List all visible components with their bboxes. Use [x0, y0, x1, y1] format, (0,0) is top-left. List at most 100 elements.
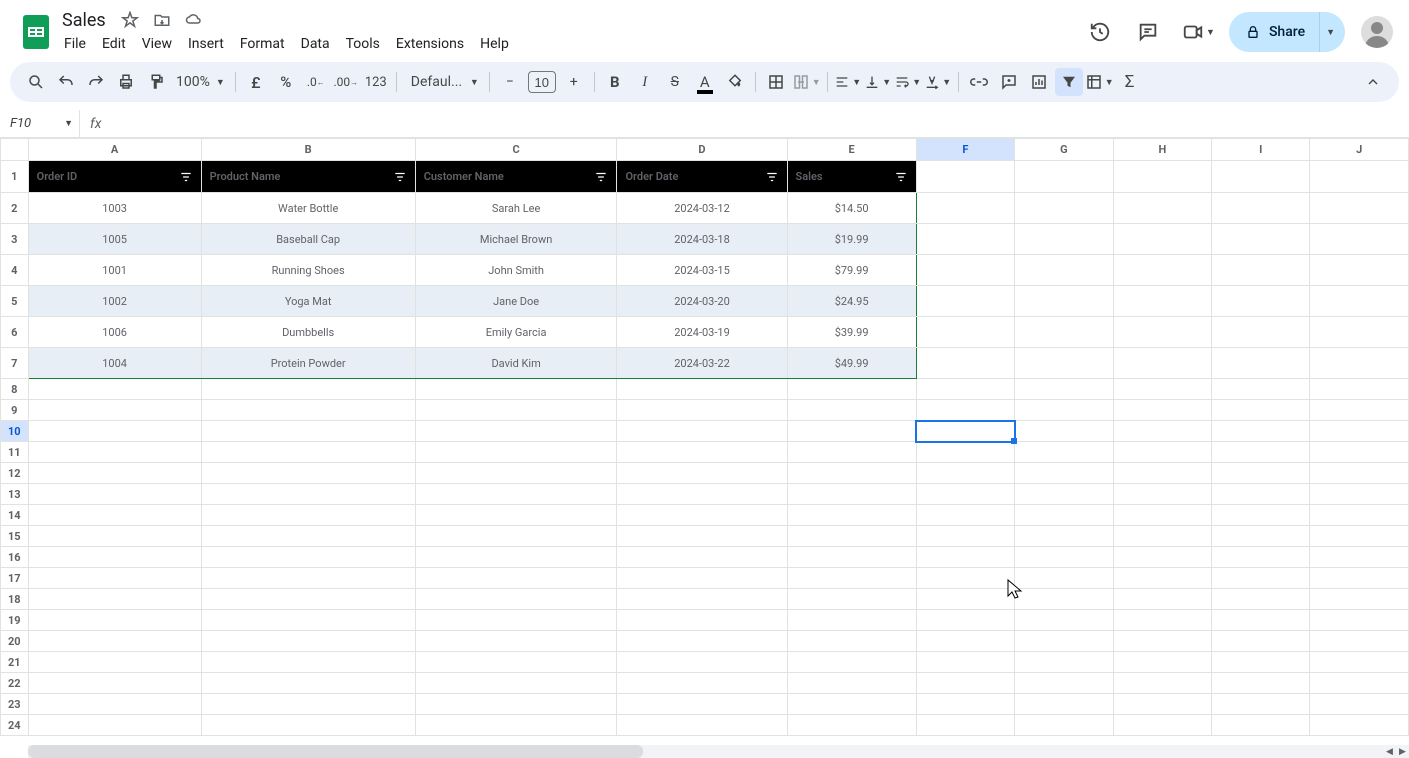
cell[interactable] [1212, 463, 1310, 484]
cell[interactable] [617, 484, 787, 505]
cell[interactable] [1113, 631, 1211, 652]
borders-icon[interactable] [762, 68, 790, 96]
scroll-right-icon[interactable]: ▶ [1396, 745, 1409, 758]
cell[interactable] [1113, 421, 1211, 442]
cell[interactable] [28, 694, 201, 715]
filter-views-icon[interactable]: ▼ [1085, 68, 1114, 96]
cell[interactable] [787, 715, 916, 736]
data-cell[interactable]: Water Bottle [201, 193, 415, 224]
cell[interactable] [415, 442, 617, 463]
cell[interactable] [1113, 673, 1211, 694]
table-header[interactable]: Product Name [201, 161, 415, 193]
text-color-icon[interactable]: A [691, 68, 719, 96]
row-header-18[interactable]: 18 [1, 589, 29, 610]
cell[interactable] [1212, 610, 1310, 631]
data-cell[interactable]: $49.99 [787, 348, 916, 379]
merge-cells-icon[interactable]: ▼ [792, 68, 821, 96]
cell[interactable] [1113, 652, 1211, 673]
cell[interactable] [1113, 400, 1211, 421]
cell[interactable] [1310, 400, 1409, 421]
increase-decimal-icon[interactable]: .00→ [332, 68, 360, 96]
cell[interactable] [1212, 255, 1310, 286]
cell[interactable] [1015, 526, 1113, 547]
cell[interactable] [1212, 589, 1310, 610]
cell[interactable] [617, 379, 787, 400]
cell[interactable] [415, 484, 617, 505]
cell[interactable] [916, 694, 1014, 715]
cell[interactable] [28, 484, 201, 505]
cell[interactable] [617, 505, 787, 526]
col-header-E[interactable]: E [787, 139, 916, 161]
data-cell[interactable]: Michael Brown [415, 224, 617, 255]
row-header-10[interactable]: 10 [1, 421, 29, 442]
document-title[interactable]: Sales [62, 10, 106, 31]
cell[interactable] [1015, 463, 1113, 484]
data-cell[interactable]: 1001 [28, 255, 201, 286]
row-header-17[interactable]: 17 [1, 568, 29, 589]
data-cell[interactable]: $24.95 [787, 286, 916, 317]
row-header-22[interactable]: 22 [1, 673, 29, 694]
data-cell[interactable]: 1004 [28, 348, 201, 379]
cell[interactable] [28, 715, 201, 736]
cell[interactable] [1212, 161, 1310, 193]
data-cell[interactable]: 1005 [28, 224, 201, 255]
cell[interactable] [1113, 694, 1211, 715]
cell[interactable] [916, 193, 1014, 224]
cell[interactable] [201, 568, 415, 589]
undo-icon[interactable] [52, 68, 80, 96]
cell[interactable] [916, 442, 1014, 463]
data-cell[interactable]: $79.99 [787, 255, 916, 286]
menu-help[interactable]: Help [472, 32, 517, 56]
cell[interactable] [617, 400, 787, 421]
select-all-corner[interactable] [1, 139, 29, 161]
cell[interactable] [1015, 379, 1113, 400]
cell[interactable] [415, 631, 617, 652]
cell[interactable] [916, 400, 1014, 421]
data-cell[interactable]: 2024-03-22 [617, 348, 787, 379]
col-header-A[interactable]: A [28, 139, 201, 161]
cell[interactable] [787, 526, 916, 547]
cell[interactable] [916, 652, 1014, 673]
cell[interactable] [787, 421, 916, 442]
cell[interactable] [1015, 715, 1113, 736]
currency-icon[interactable]: £ [242, 68, 270, 96]
horizontal-align-icon[interactable]: ▼ [834, 68, 862, 96]
cell[interactable] [1015, 193, 1113, 224]
insert-chart-icon[interactable] [1025, 68, 1053, 96]
cell[interactable] [415, 421, 617, 442]
cell[interactable] [617, 652, 787, 673]
cell[interactable] [28, 505, 201, 526]
increase-font-icon[interactable]: + [560, 68, 588, 96]
cell[interactable] [617, 547, 787, 568]
data-cell[interactable]: 2024-03-20 [617, 286, 787, 317]
table-header[interactable]: Order Date [617, 161, 787, 193]
data-cell[interactable]: 1006 [28, 317, 201, 348]
insert-comment-icon[interactable] [995, 68, 1023, 96]
data-cell[interactable]: Yoga Mat [201, 286, 415, 317]
cell[interactable] [1015, 161, 1113, 193]
menu-tools[interactable]: Tools [338, 32, 388, 56]
data-cell[interactable]: 1002 [28, 286, 201, 317]
cell[interactable] [1212, 715, 1310, 736]
font-select[interactable]: Defaul...▼ [403, 74, 483, 90]
cell[interactable] [1212, 631, 1310, 652]
decrease-decimal-icon[interactable]: .0← [302, 68, 330, 96]
cell[interactable] [1310, 547, 1409, 568]
cell[interactable] [28, 652, 201, 673]
filter-icon[interactable] [1055, 68, 1083, 96]
data-cell[interactable]: Baseball Cap [201, 224, 415, 255]
cell[interactable] [1212, 421, 1310, 442]
cell[interactable] [1113, 463, 1211, 484]
cell[interactable] [1212, 224, 1310, 255]
column-filter-icon[interactable] [393, 170, 407, 184]
cell[interactable] [617, 421, 787, 442]
row-header-15[interactable]: 15 [1, 526, 29, 547]
cell[interactable] [1212, 442, 1310, 463]
cell[interactable] [201, 631, 415, 652]
strikethrough-icon[interactable]: S [661, 68, 689, 96]
cell[interactable] [28, 631, 201, 652]
column-filter-icon[interactable] [894, 170, 908, 184]
table-header[interactable]: Order ID [28, 161, 201, 193]
row-header-19[interactable]: 19 [1, 610, 29, 631]
print-icon[interactable] [112, 68, 140, 96]
